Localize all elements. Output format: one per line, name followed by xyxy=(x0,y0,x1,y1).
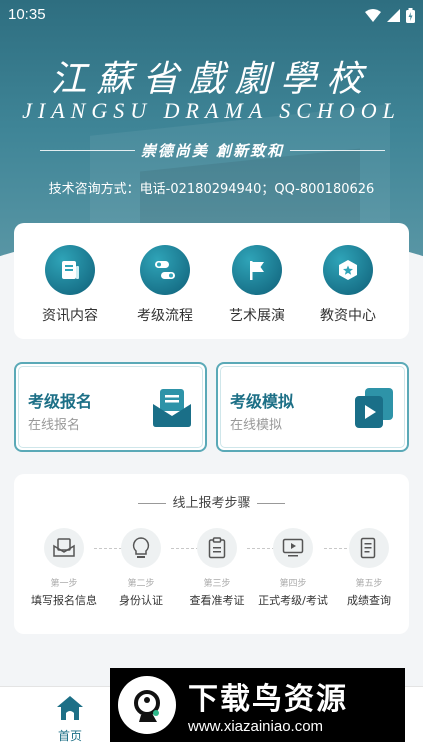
quick-nav-card: 资讯内容 考级流程 艺术展演 教资中心 xyxy=(14,223,409,339)
clipboard-icon xyxy=(197,528,237,568)
register-subtitle: 在线报名 xyxy=(28,418,81,433)
nav-item-flow[interactable]: 考级流程 xyxy=(119,245,211,325)
home-icon xyxy=(57,696,83,720)
step-number: 第三步 xyxy=(203,579,231,589)
step-fill-info: 第一步 填写报名信息 xyxy=(26,528,102,608)
title-dash-right xyxy=(256,503,285,504)
bulb-icon xyxy=(121,528,161,568)
nav-item-art-show[interactable]: 艺术展演 xyxy=(211,245,303,325)
tab-home[interactable]: 首页 xyxy=(44,695,96,744)
step-label: 正式考级/考试 xyxy=(258,594,328,607)
step-label: 身份认证 xyxy=(119,594,163,607)
step-admission-ticket: 第三步 查看准考证 xyxy=(179,528,255,608)
step-formal-exam: 第四步 正式考级/考试 xyxy=(255,528,331,608)
step-label: 填写报名信息 xyxy=(31,594,97,607)
watermark-text: 下载鸟资源 xyxy=(188,682,348,717)
wifi-icon xyxy=(365,9,381,22)
play-screen-icon xyxy=(273,528,313,568)
steps-title-row: 线上报考步骤 xyxy=(14,492,409,511)
online-steps-card: 线上报考步骤 第一步 填写报名信息 第二步 身份认证 第三步 查看准考证 第四步… xyxy=(14,474,409,634)
watermark-overlay: 下载鸟资源 www.xiazainiao.com xyxy=(110,668,405,742)
envelope-icon xyxy=(44,528,84,568)
step-score-query: 第五步 成绩查询 xyxy=(331,528,407,608)
watermark-url: www.xiazainiao.com xyxy=(188,718,324,735)
flow-icon xyxy=(140,245,190,295)
nav-label: 教资中心 xyxy=(320,308,376,324)
flag-icon xyxy=(232,245,282,295)
mock-subtitle: 在线模拟 xyxy=(230,418,283,433)
steps-title: 线上报考步骤 xyxy=(172,496,251,511)
signal-icon xyxy=(387,9,400,22)
school-name-cn: 江蘇省戲劇學校 xyxy=(50,59,373,100)
status-bar: 10:35 xyxy=(0,0,423,30)
nav-item-teacher-center[interactable]: 教资中心 xyxy=(302,245,394,325)
motto-divider-right xyxy=(290,150,385,151)
motto-row: 崇德尚美 創新致和 xyxy=(40,138,385,164)
bird-logo-icon xyxy=(118,676,176,734)
news-icon xyxy=(45,245,95,295)
exam-mock-button[interactable]: 考级模拟 在线模拟 xyxy=(216,362,409,452)
school-name-en: JIANGSU DRAMA SCHOOL xyxy=(22,98,401,123)
mock-title: 考级模拟 xyxy=(230,392,295,411)
step-number: 第五步 xyxy=(355,579,383,589)
nav-label: 资讯内容 xyxy=(42,308,98,324)
nav-item-news[interactable]: 资讯内容 xyxy=(24,245,116,325)
exam-register-button[interactable]: 考级报名 在线报名 xyxy=(14,362,207,452)
step-number: 第二步 xyxy=(127,579,155,589)
register-title: 考级报名 xyxy=(28,392,93,411)
badge-icon xyxy=(323,245,373,295)
step-label: 成绩查询 xyxy=(347,594,391,607)
video-stack-icon xyxy=(353,386,395,434)
tab-home-label: 首页 xyxy=(57,729,82,743)
step-identity: 第二步 身份认证 xyxy=(103,528,179,608)
document-icon xyxy=(349,528,389,568)
battery-icon xyxy=(406,8,415,23)
status-time: 10:35 xyxy=(8,6,46,23)
mail-tray-icon xyxy=(151,386,193,432)
step-label: 查看准考证 xyxy=(189,594,245,607)
nav-label: 考级流程 xyxy=(137,308,193,324)
title-dash-left xyxy=(138,503,167,504)
step-number: 第一步 xyxy=(50,579,78,589)
nav-label: 艺术展演 xyxy=(229,308,285,324)
step-number: 第四步 xyxy=(279,579,307,589)
status-icons xyxy=(365,8,415,23)
contact-info: 技术咨询方式：电话-02180294940；QQ-800180626 xyxy=(48,182,375,197)
